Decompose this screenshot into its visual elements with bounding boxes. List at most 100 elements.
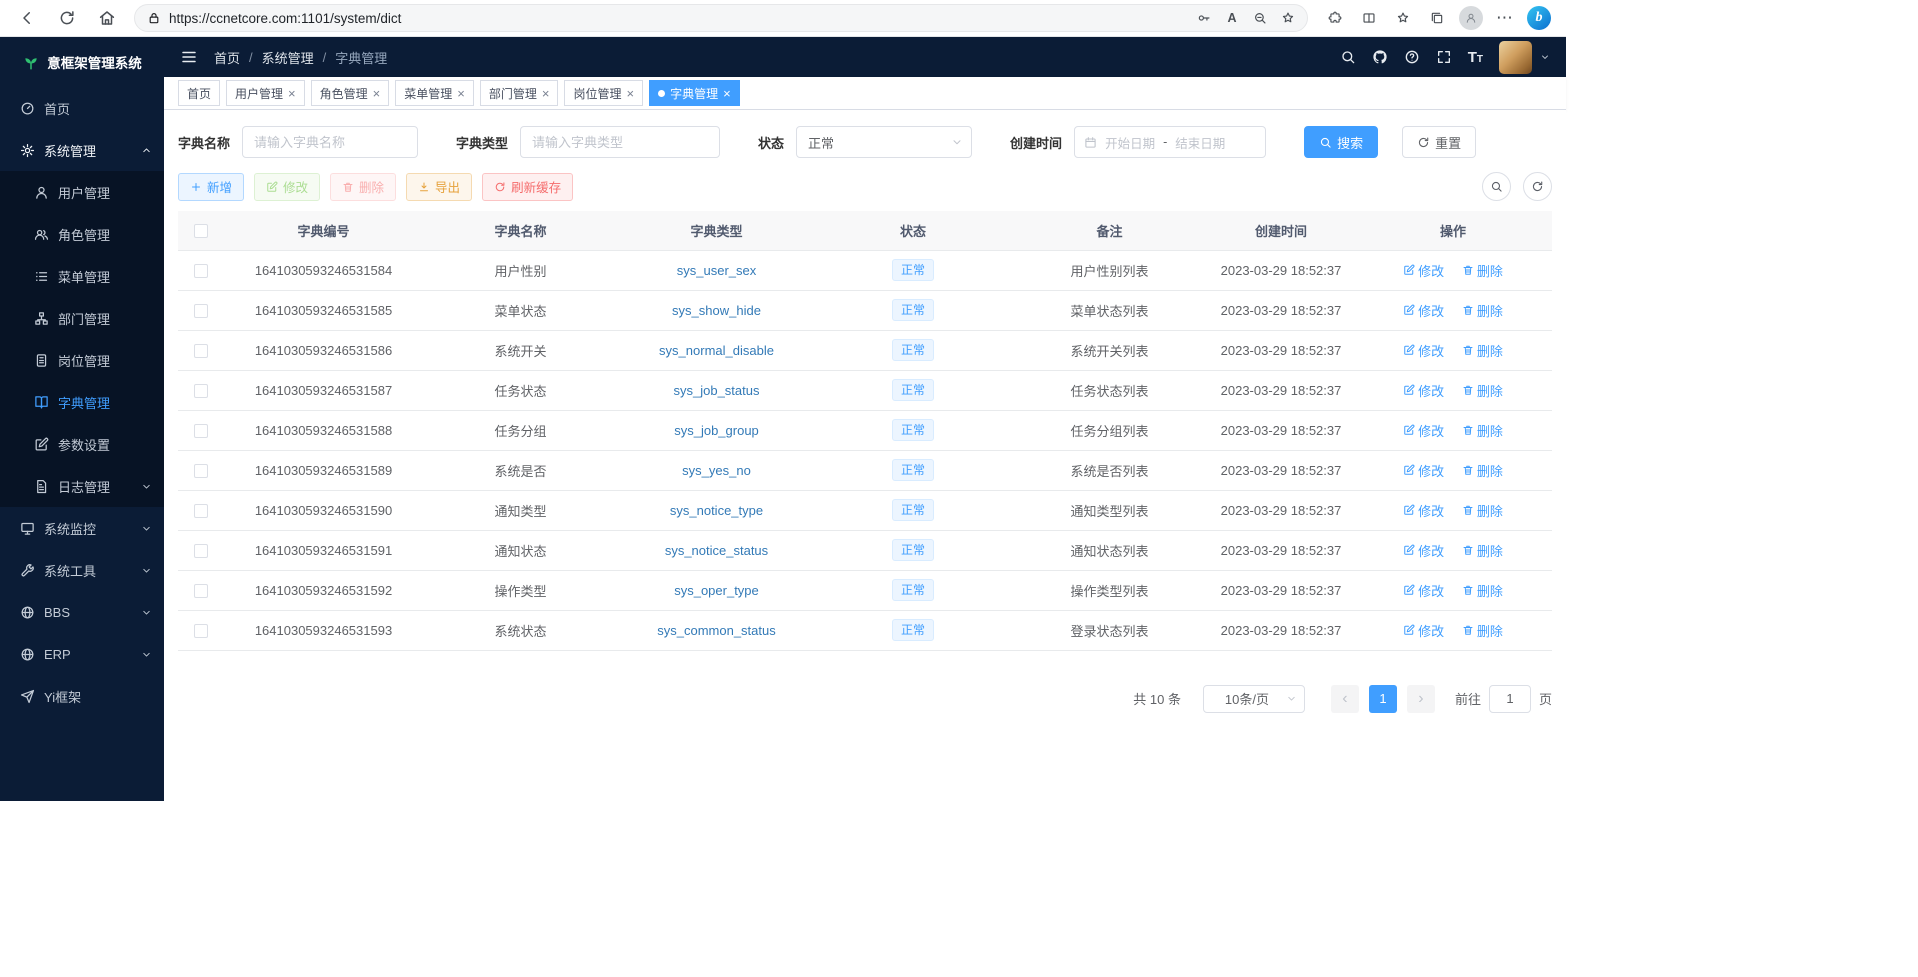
sidebar-item-menu-mgmt[interactable]: 菜单管理 xyxy=(0,255,164,297)
back-button[interactable] xyxy=(12,3,42,33)
edit-link[interactable]: 修改 xyxy=(1403,301,1444,320)
split-screen-icon[interactable] xyxy=(1354,3,1384,33)
toggle-search-button[interactable] xyxy=(1482,172,1511,201)
zoom-out-icon[interactable] xyxy=(1247,5,1273,31)
dict-type-link[interactable]: sys_show_hide xyxy=(672,303,761,318)
sidebar-item-param-settings[interactable]: 参数设置 xyxy=(0,423,164,465)
delete-link[interactable]: 删除 xyxy=(1462,341,1503,360)
dict-type-link[interactable]: sys_yes_no xyxy=(682,463,751,478)
close-icon[interactable]: × xyxy=(626,87,634,100)
chevron-down-icon[interactable] xyxy=(1540,52,1550,62)
tab-role-mgmt[interactable]: 角色管理× xyxy=(311,80,390,106)
sidebar-item-log-mgmt[interactable]: 日志管理 xyxy=(0,465,164,507)
browser-profile-avatar[interactable] xyxy=(1456,3,1486,33)
dict-type-link[interactable]: sys_user_sex xyxy=(677,263,756,278)
dict-type-link[interactable]: sys_notice_status xyxy=(665,543,768,558)
delete-link[interactable]: 删除 xyxy=(1462,501,1503,520)
row-checkbox[interactable] xyxy=(194,624,208,638)
edit-link[interactable]: 修改 xyxy=(1403,381,1444,400)
sidebar-item-home[interactable]: 首页 xyxy=(0,87,164,129)
edit-link[interactable]: 修改 xyxy=(1403,461,1444,480)
collections-icon[interactable] xyxy=(1422,3,1452,33)
page-1-button[interactable]: 1 xyxy=(1369,685,1397,713)
dict-type-link[interactable]: sys_common_status xyxy=(657,623,776,638)
row-checkbox[interactable] xyxy=(194,384,208,398)
refresh-cache-button[interactable]: 刷新缓存 xyxy=(482,173,573,201)
user-avatar[interactable] xyxy=(1499,41,1532,74)
row-checkbox[interactable] xyxy=(194,424,208,438)
sidebar-item-system-tools[interactable]: 系统工具 xyxy=(0,549,164,591)
add-favorite-star-icon[interactable] xyxy=(1275,5,1301,31)
font-size-icon[interactable]: TT xyxy=(1468,50,1483,65)
delete-link[interactable]: 删除 xyxy=(1462,581,1503,600)
delete-link[interactable]: 删除 xyxy=(1462,301,1503,320)
close-icon[interactable]: × xyxy=(373,87,381,100)
close-icon[interactable]: × xyxy=(542,87,550,100)
row-checkbox[interactable] xyxy=(194,504,208,518)
delete-link[interactable]: 删除 xyxy=(1462,461,1503,480)
breadcrumb-system-mgmt[interactable]: 系统管理 xyxy=(262,48,314,67)
dict-type-input[interactable] xyxy=(520,126,720,158)
edit-link[interactable]: 修改 xyxy=(1403,541,1444,560)
dict-name-input[interactable] xyxy=(242,126,418,158)
row-checkbox[interactable] xyxy=(194,544,208,558)
prev-page-button[interactable]: ‹ xyxy=(1331,685,1359,713)
home-button[interactable] xyxy=(92,3,122,33)
reset-button[interactable]: 重置 xyxy=(1402,126,1476,158)
github-icon[interactable] xyxy=(1372,49,1388,65)
sidebar-item-post-mgmt[interactable]: 岗位管理 xyxy=(0,339,164,381)
bing-chat-icon[interactable]: b xyxy=(1524,3,1554,33)
delete-link[interactable]: 删除 xyxy=(1462,381,1503,400)
dict-type-link[interactable]: sys_notice_type xyxy=(670,503,763,518)
dict-type-link[interactable]: sys_normal_disable xyxy=(659,343,774,358)
delete-link[interactable]: 删除 xyxy=(1462,621,1503,640)
tab-user-mgmt[interactable]: 用户管理× xyxy=(226,80,305,106)
tab-menu-mgmt[interactable]: 菜单管理× xyxy=(395,80,474,106)
sidebar-item-dict-mgmt[interactable]: 字典管理 xyxy=(0,381,164,423)
edit-link[interactable]: 修改 xyxy=(1403,341,1444,360)
goto-page-input[interactable] xyxy=(1489,685,1531,713)
favorites-icon[interactable] xyxy=(1388,3,1418,33)
add-button[interactable]: 新增 xyxy=(178,173,244,201)
sidebar-item-dept-mgmt[interactable]: 部门管理 xyxy=(0,297,164,339)
sidebar-item-erp[interactable]: ERP xyxy=(0,633,164,675)
password-key-icon[interactable] xyxy=(1191,5,1217,31)
sidebar-item-bbs[interactable]: BBS xyxy=(0,591,164,633)
dict-type-link[interactable]: sys_oper_type xyxy=(674,583,759,598)
tab-dict-mgmt[interactable]: 字典管理× xyxy=(649,80,740,106)
edit-link[interactable]: 修改 xyxy=(1403,621,1444,640)
sidebar-item-system-mgmt[interactable]: 系统管理 xyxy=(0,129,164,171)
search-icon[interactable] xyxy=(1340,49,1356,65)
refresh-table-button[interactable] xyxy=(1523,172,1552,201)
export-button[interactable]: 导出 xyxy=(406,173,472,201)
dict-type-link[interactable]: sys_job_group xyxy=(674,423,759,438)
next-page-button[interactable]: › xyxy=(1407,685,1435,713)
row-checkbox[interactable] xyxy=(194,264,208,278)
sidebar-item-user-mgmt[interactable]: 用户管理 xyxy=(0,171,164,213)
help-question-icon[interactable] xyxy=(1404,49,1420,65)
sidebar-item-yi-framework[interactable]: Yi框架 xyxy=(0,675,164,717)
read-aloud-icon[interactable]: A xyxy=(1219,5,1245,31)
select-all-checkbox[interactable] xyxy=(194,224,208,238)
hamburger-menu-icon[interactable] xyxy=(180,48,198,66)
edit-link[interactable]: 修改 xyxy=(1403,501,1444,520)
row-checkbox[interactable] xyxy=(194,344,208,358)
row-checkbox[interactable] xyxy=(194,464,208,478)
edit-link[interactable]: 修改 xyxy=(1403,421,1444,440)
edit-button[interactable]: 修改 xyxy=(254,173,320,201)
close-icon[interactable]: × xyxy=(288,87,296,100)
delete-link[interactable]: 删除 xyxy=(1462,261,1503,280)
tab-home[interactable]: 首页 xyxy=(178,80,220,106)
delete-button[interactable]: 删除 xyxy=(330,173,396,201)
date-range-picker[interactable]: 开始日期 - 结束日期 xyxy=(1074,126,1266,158)
address-bar[interactable]: https://ccnetcore.com:1101/system/dict A xyxy=(134,4,1308,32)
edit-link[interactable]: 修改 xyxy=(1403,581,1444,600)
sidebar-item-system-monitor[interactable]: 系统监控 xyxy=(0,507,164,549)
close-icon[interactable]: × xyxy=(457,87,465,100)
row-checkbox[interactable] xyxy=(194,584,208,598)
extensions-puzzle-icon[interactable] xyxy=(1320,3,1350,33)
breadcrumb-home[interactable]: 首页 xyxy=(214,48,240,67)
edit-link[interactable]: 修改 xyxy=(1403,261,1444,280)
sidebar-item-role-mgmt[interactable]: 角色管理 xyxy=(0,213,164,255)
row-checkbox[interactable] xyxy=(194,304,208,318)
